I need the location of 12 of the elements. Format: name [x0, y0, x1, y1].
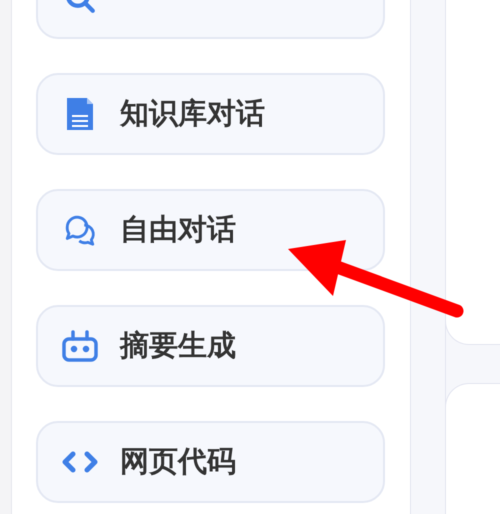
item-label: 自由对话 — [120, 211, 236, 248]
robot-icon — [62, 330, 98, 362]
sidebar-item[interactable]: 知识库对话 — [36, 73, 385, 155]
sidebar-item[interactable]: 摘要生成 — [36, 305, 385, 387]
item-label: 摘要生成 — [120, 327, 236, 364]
item-label: 知识库对话 — [120, 95, 265, 132]
chat-bubbles-icon — [63, 213, 97, 247]
document-icon — [64, 96, 96, 132]
sidebar-item[interactable]: 自由对话 — [36, 189, 385, 271]
item-label: 网页代码 — [120, 443, 236, 480]
sidebar-item[interactable]: 网页代码 — [36, 421, 385, 503]
code-icon — [62, 450, 98, 474]
